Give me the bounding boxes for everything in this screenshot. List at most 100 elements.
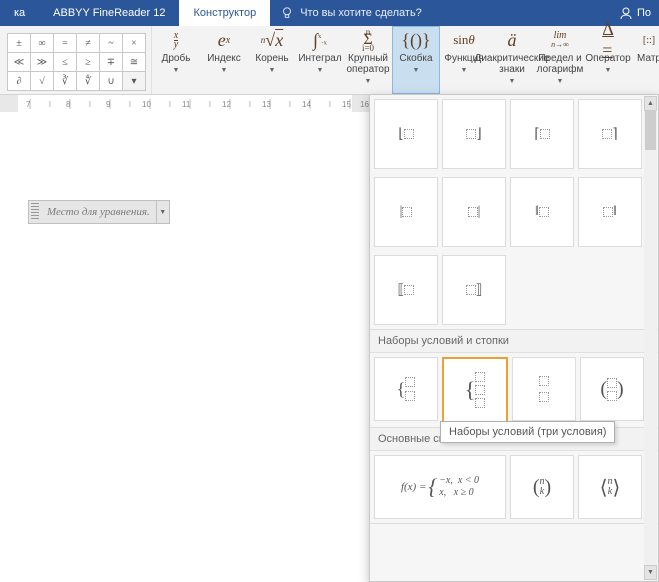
struct-bracket[interactable]: {()} Скобка ▼ — [392, 26, 440, 94]
sym[interactable]: √ — [30, 71, 54, 91]
limit-icon: limn→∞ — [551, 29, 569, 51]
bracket-option[interactable]: | — [374, 177, 438, 247]
ribbon: ±∞=≠~× ≪≫≤≥∓≅ ∂√∛∜∪▾ xy Дробь▼ ex Индекс… — [0, 26, 659, 95]
label: Предел илогарифм — [537, 53, 584, 75]
integral-icon: ∫x-x — [313, 29, 327, 51]
user-icon — [619, 6, 633, 20]
svg-text:15: 15 — [342, 100, 351, 109]
stack-option-2[interactable] — [512, 357, 576, 421]
sym[interactable]: ~ — [99, 33, 123, 53]
tooltip: Наборы условий (три условия) — [440, 421, 615, 443]
cases-option-2[interactable]: { — [374, 357, 438, 421]
struct-root[interactable]: n√x Корень▼ — [248, 26, 296, 94]
sym[interactable]: ≥ — [76, 52, 100, 72]
sym[interactable]: ∜ — [76, 71, 100, 91]
sym[interactable]: ≠ — [76, 33, 100, 53]
sym[interactable]: ∂ — [7, 71, 31, 91]
chevron-down-icon: ▼ — [365, 78, 372, 85]
binom-nk-paren[interactable]: (nk) — [510, 455, 574, 519]
struct-bigoperator[interactable]: nΣi=0 Крупныйоператор▼ — [344, 26, 392, 94]
sym[interactable]: ∪ — [99, 71, 123, 91]
struct-accent[interactable]: ä Диакритическиезнаки▼ — [488, 26, 536, 94]
label: Матр — [637, 53, 659, 64]
function-icon: sin θ — [453, 29, 475, 51]
chevron-down-icon: ▼ — [557, 78, 564, 85]
struct-limit[interactable]: limn→∞ Предел илогарифм ▼ — [536, 26, 584, 94]
chevron-down-icon: ▼ — [413, 67, 420, 74]
gallery-header: Наборы условий и стопки — [370, 330, 658, 353]
gallery-section: ⌊ ⌋ ⌈ ⌉ | | ‖ ‖ ⟦ ⟧ — [370, 95, 658, 330]
bracket-option[interactable]: ‖ — [510, 177, 574, 247]
struct-index[interactable]: ex Индекс▼ — [200, 26, 248, 94]
binom-nk-angle[interactable]: ⟨nk⟩ — [578, 455, 642, 519]
bracket-option[interactable]: ⌊ — [374, 99, 438, 169]
struct-fraction[interactable]: xy Дробь▼ — [152, 26, 200, 94]
bracket-option[interactable]: ⟧ — [442, 255, 506, 325]
equation-grip[interactable] — [31, 203, 39, 221]
user-area[interactable]: По — [611, 6, 659, 20]
svg-text:9: 9 — [106, 100, 111, 109]
label: Скобка — [399, 53, 432, 64]
tell-me[interactable]: Что вы хотите сделать? — [270, 6, 432, 20]
sym[interactable]: ≫ — [30, 52, 54, 72]
chevron-down-icon: ▼ — [173, 67, 180, 74]
bracket-option[interactable]: ⌈ — [510, 99, 574, 169]
sym[interactable]: ≅ — [122, 52, 146, 72]
bracket-option[interactable]: ⌉ — [578, 99, 642, 169]
binom-option[interactable]: () — [580, 357, 644, 421]
sym[interactable]: ∛ — [53, 71, 77, 91]
bracket-option[interactable]: ‖ — [578, 177, 642, 247]
chevron-down-icon: ▼ — [317, 67, 324, 74]
svg-text:11: 11 — [182, 100, 191, 109]
equation-text[interactable]: Место для уравнения. — [41, 204, 156, 220]
piecewise-option[interactable]: f(x) = { −x, x < 0 x, x ≥ 0 — [374, 455, 506, 519]
equation-dropdown[interactable]: ▼ — [156, 201, 169, 223]
svg-text:12: 12 — [222, 100, 231, 109]
label: Индекс — [207, 53, 241, 64]
svg-text:14: 14 — [302, 100, 311, 109]
bracket-option[interactable]: | — [442, 177, 506, 247]
tab-truncated[interactable]: ка — [0, 0, 39, 26]
bracket-option[interactable]: ⌋ — [442, 99, 506, 169]
label: Оператор — [585, 53, 630, 64]
svg-text:7: 7 — [26, 100, 31, 109]
sym[interactable]: ≤ — [53, 52, 77, 72]
lightbulb-icon — [280, 6, 294, 20]
struct-integral[interactable]: ∫x-x Интеграл ▼ — [296, 26, 344, 94]
symbol-grid: ±∞=≠~× ≪≫≤≥∓≅ ∂√∛∜∪▾ — [4, 30, 147, 92]
sym-more[interactable]: ▾ — [122, 71, 146, 91]
label: Интеграл — [298, 53, 341, 64]
label: Крупныйоператор — [346, 53, 389, 75]
sym[interactable]: ∓ — [99, 52, 123, 72]
bracket-icon: {()} — [401, 29, 430, 51]
chevron-down-icon: ▼ — [221, 67, 228, 74]
operator-icon: Δ= — [602, 29, 614, 51]
accent-icon: ä — [508, 29, 517, 51]
svg-text:10: 10 — [142, 100, 151, 109]
user-label: По — [637, 7, 651, 19]
tell-me-label: Что вы хотите сделать? — [300, 7, 422, 19]
chevron-down-icon: ▼ — [509, 78, 516, 85]
svg-text:8: 8 — [66, 100, 71, 109]
struct-operator[interactable]: Δ= Оператор ▼ — [584, 26, 632, 94]
equation-placeholder[interactable]: Место для уравнения. ▼ — [28, 200, 170, 224]
sym[interactable]: ∞ — [30, 33, 54, 53]
chevron-down-icon: ▼ — [461, 67, 468, 74]
cases-option-3[interactable]: { — [442, 357, 508, 423]
struct-matrix[interactable]: [::] Матр — [632, 26, 659, 94]
label: Корень — [255, 53, 288, 64]
gallery-section-cases: Наборы условий и стопки { { () Наборы ус… — [370, 330, 658, 428]
sym[interactable]: ≪ — [7, 52, 31, 72]
radical-icon: n√x — [261, 29, 283, 51]
bracket-gallery: ▲ ▼ ⌊ ⌋ ⌈ ⌉ | | ‖ ‖ ⟦ ⟧ Наборы условий и… — [369, 94, 659, 582]
scroll-down[interactable]: ▼ — [644, 565, 657, 580]
sym[interactable]: = — [53, 33, 77, 53]
svg-text:13: 13 — [262, 100, 271, 109]
sym[interactable]: × — [122, 33, 146, 53]
ribbon-tabs: ка ABBYY FineReader 12 Конструктор Что в… — [0, 0, 659, 26]
sym[interactable]: ± — [7, 33, 31, 53]
tab-abbyy[interactable]: ABBYY FineReader 12 — [39, 0, 179, 26]
bracket-option[interactable]: ⟦ — [374, 255, 438, 325]
tab-design[interactable]: Конструктор — [179, 0, 270, 26]
chevron-down-icon: ▼ — [605, 67, 612, 74]
